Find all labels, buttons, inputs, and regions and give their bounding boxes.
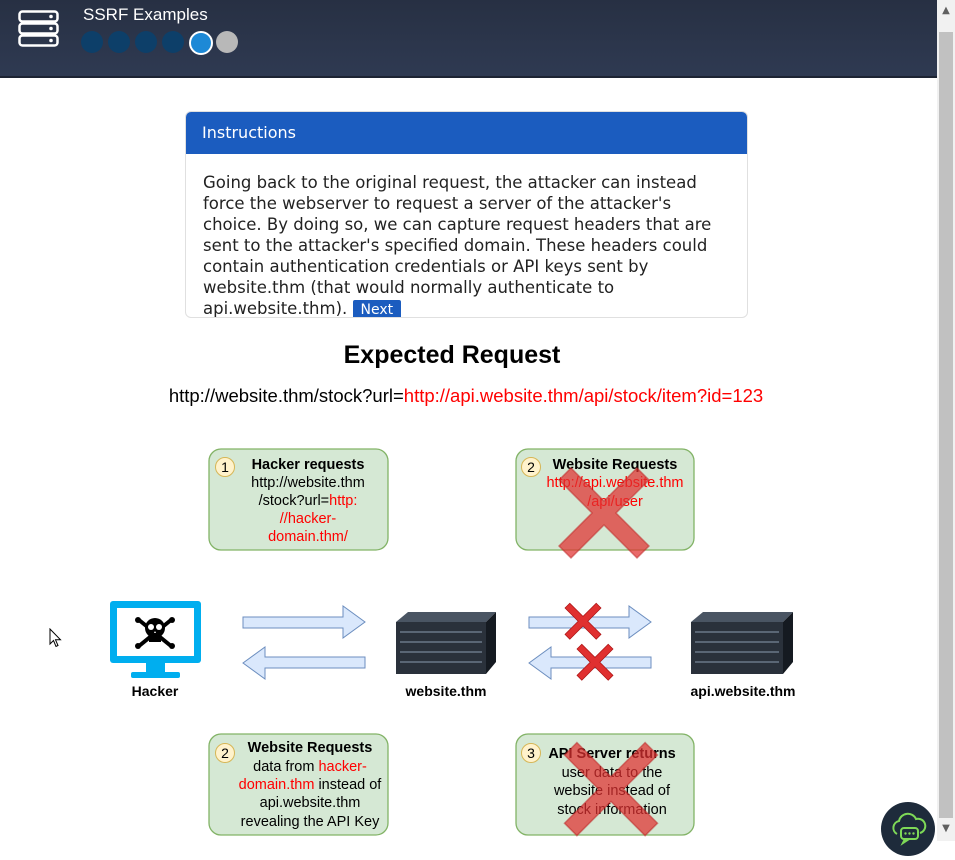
website-label: website.thm xyxy=(405,683,487,699)
hacker-to-website-arrow xyxy=(242,605,366,639)
website-to-api-arrow xyxy=(528,602,652,640)
ssrf-diagram: Expected Request http://website.thm/stoc… xyxy=(110,341,796,837)
mouse-cursor-icon xyxy=(49,628,62,648)
api-label: api.website.thm xyxy=(690,683,795,699)
step-2-actual-box: 2 Website Requests data from hacker- dom… xyxy=(208,733,389,836)
top-header-bar: SSRF Examples xyxy=(0,0,937,78)
step-2-bottom-line2: domain.thm instead of xyxy=(239,777,383,793)
website-node: website.thm xyxy=(396,612,496,699)
cloud-chat-icon xyxy=(892,812,927,846)
step-2-bottom-line1: data from hacker- xyxy=(253,759,367,775)
server-rack-icon xyxy=(18,10,59,47)
api-server-icon xyxy=(691,612,793,674)
step-3-number: 3 xyxy=(527,745,535,761)
step-1-number: 1 xyxy=(221,459,229,475)
step-2-bottom-title: Website Requests xyxy=(248,740,373,756)
step-2-bottom-number: 2 xyxy=(221,745,229,761)
step-2-bottom-line4: revealing the API Key xyxy=(241,814,380,830)
api-node: api.website.thm xyxy=(690,612,796,699)
expected-url: http://website.thm/stock?url=http://api.… xyxy=(169,385,763,406)
progress-dot-2[interactable] xyxy=(108,31,130,53)
diagram-title: Expected Request xyxy=(344,341,561,369)
progress-dot-6[interactable] xyxy=(216,31,238,53)
instructions-body: Going back to the original request, the … xyxy=(186,154,747,318)
hacker-node: Hacker xyxy=(110,601,201,699)
website-server-icon xyxy=(396,612,496,674)
instructions-heading: Instructions xyxy=(186,112,747,154)
page-scrollbar[interactable]: ▲ ▼ xyxy=(937,0,955,841)
scroll-up-arrow-icon[interactable]: ▲ xyxy=(937,2,955,20)
step-1-line2: /stock?url=http: xyxy=(259,493,358,509)
hacker-monitor-icon xyxy=(110,601,201,678)
chat-support-button[interactable] xyxy=(881,802,935,856)
scroll-down-arrow-icon[interactable]: ▼ xyxy=(937,820,955,838)
step-2-bottom-line3: api.website.thm xyxy=(260,795,361,811)
room-title: SSRF Examples xyxy=(83,5,208,24)
step-1-red2: //hacker- xyxy=(280,511,337,527)
step-1-title: Hacker requests xyxy=(252,457,365,473)
progress-dot-current[interactable] xyxy=(189,31,213,55)
step-3-box: 3 API Server returns user data to the we… xyxy=(515,733,695,837)
scroll-thumb[interactable] xyxy=(939,32,953,818)
step-1-red3: domain.thm/ xyxy=(268,529,349,545)
hacker-label: Hacker xyxy=(132,683,179,699)
step-2-top-number: 2 xyxy=(527,459,535,475)
progress-dot-3[interactable] xyxy=(135,31,157,53)
api-to-website-arrow xyxy=(528,643,652,681)
instructions-text: Going back to the original request, the … xyxy=(203,173,712,318)
step-1-line1: http://website.thm xyxy=(251,475,365,491)
step-2-expected-box: 2 Website Requests http://api.website.th… xyxy=(515,448,695,559)
progress-dot-4[interactable] xyxy=(162,31,184,53)
website-to-hacker-arrow xyxy=(242,646,366,680)
instructions-panel: Instructions Going back to the original … xyxy=(185,111,748,318)
step-1-box: 1 Hacker requests http://website.thm /st… xyxy=(208,448,389,551)
progress-dot-1[interactable] xyxy=(81,31,103,53)
next-button[interactable]: Next xyxy=(352,300,402,317)
